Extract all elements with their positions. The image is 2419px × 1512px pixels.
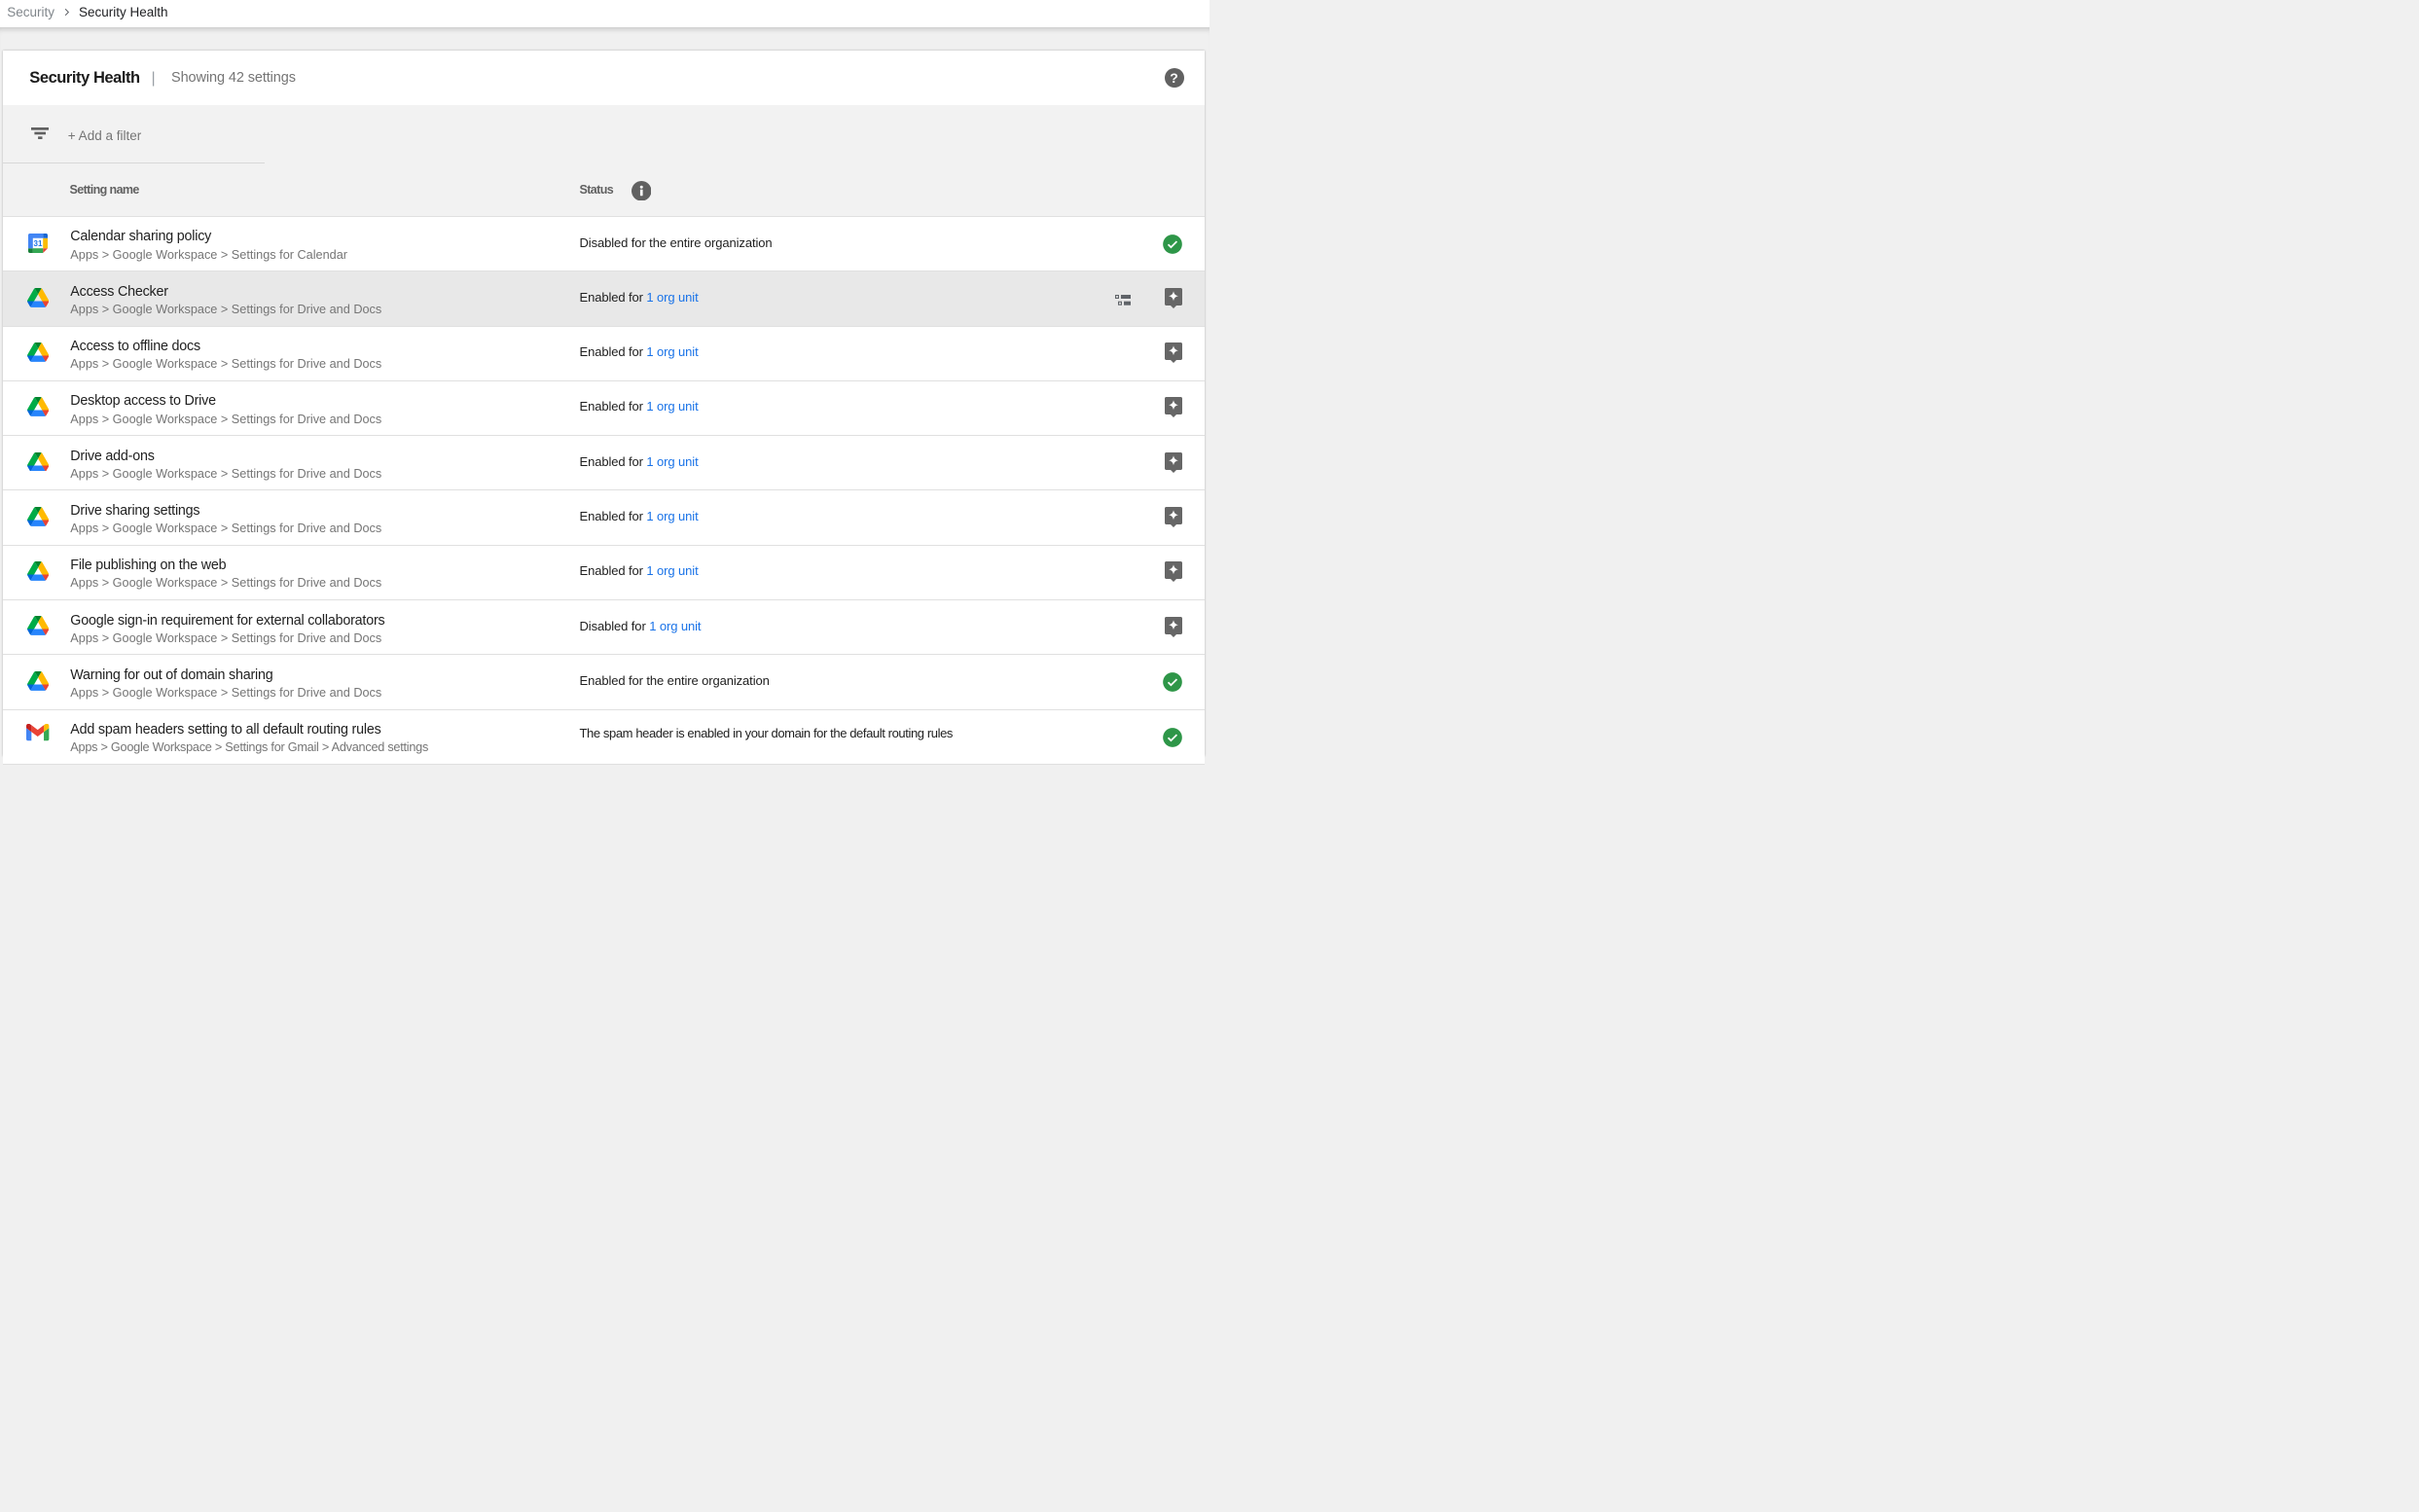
svg-text:31: 31 bbox=[33, 239, 42, 248]
